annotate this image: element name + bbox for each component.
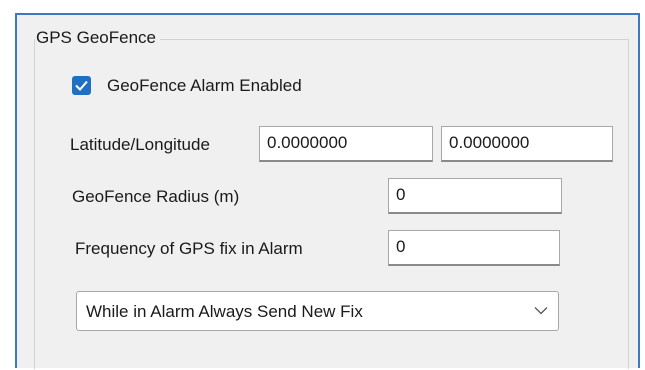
checkmark-icon: [75, 80, 88, 91]
latitude-input[interactable]: 0.0000000: [259, 126, 433, 162]
gps-fix-frequency-label: Frequency of GPS fix in Alarm: [75, 239, 303, 258]
geofence-radius-label: GeoFence Radius (m): [72, 187, 240, 206]
settings-window: GPS GeoFence GeoFence Alarm Enabled Lati…: [0, 0, 645, 370]
geofence-alarm-enabled-checkbox[interactable]: [72, 76, 91, 95]
longitude-input[interactable]: 0.0000000: [441, 126, 613, 162]
latitude-longitude-label: Latitude/Longitude: [70, 135, 210, 154]
alarm-mode-selected: While in Alarm Always Send New Fix: [86, 302, 363, 321]
alarm-mode-dropdown[interactable]: While in Alarm Always Send New Fix: [76, 291, 559, 331]
geofence-alarm-enabled-label[interactable]: GeoFence Alarm Enabled: [107, 75, 302, 97]
gps-fix-frequency-input[interactable]: 0: [388, 230, 560, 266]
groupbox-title: GPS GeoFence: [35, 27, 161, 49]
chevron-down-icon[interactable]: [534, 306, 548, 315]
geofence-radius-input[interactable]: 0: [388, 178, 562, 214]
